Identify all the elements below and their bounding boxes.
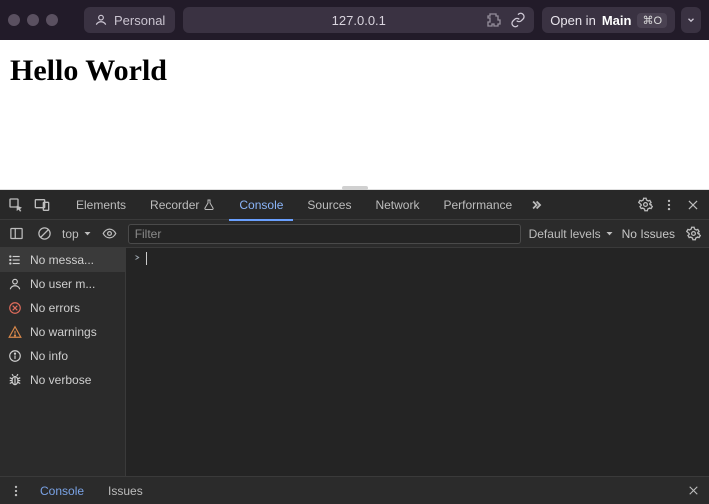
url-text: 127.0.0.1 xyxy=(332,13,386,28)
minimize-window-dot[interactable] xyxy=(27,14,39,26)
console-output[interactable]: › xyxy=(126,248,709,476)
window-controls xyxy=(8,14,58,26)
prompt-caret-icon: › xyxy=(132,253,143,264)
open-in-prefix: Open in xyxy=(550,13,596,28)
tabs-overflow-icon[interactable] xyxy=(526,195,546,215)
info-icon xyxy=(8,349,22,363)
devtools-panel: Elements Recorder Console Sources Networ… xyxy=(0,190,709,504)
open-in-button[interactable]: Open in Main ⌘O xyxy=(542,7,675,33)
kebab-menu-icon[interactable] xyxy=(659,195,679,215)
devtools-drawer: Console Issues xyxy=(0,476,709,504)
levels-selector[interactable]: Default levels xyxy=(529,227,614,241)
warning-icon xyxy=(8,325,22,339)
devtools-tabstrip: Elements Recorder Console Sources Networ… xyxy=(0,190,709,220)
drawer-tab-console[interactable]: Console xyxy=(30,477,94,504)
context-label: top xyxy=(62,227,79,241)
sidebar-item-label: No warnings xyxy=(30,325,97,339)
page-heading: Hello World xyxy=(10,54,699,88)
filter-input[interactable] xyxy=(128,224,521,244)
user-icon xyxy=(8,277,22,291)
flask-icon xyxy=(203,199,215,211)
console-body: No messa... No user m... No errors No wa… xyxy=(0,248,709,476)
sidebar-item-user[interactable]: No user m... xyxy=(0,272,125,296)
close-devtools-icon[interactable] xyxy=(683,195,703,215)
close-window-dot[interactable] xyxy=(8,14,20,26)
open-in-target: Main xyxy=(602,13,632,28)
tab-network[interactable]: Network xyxy=(365,190,429,220)
close-drawer-icon[interactable] xyxy=(683,481,703,501)
drawer-kebab-icon[interactable] xyxy=(6,481,26,501)
sidebar-item-info[interactable]: No info xyxy=(0,344,125,368)
chevron-down-icon xyxy=(605,229,614,238)
chevron-down-icon xyxy=(83,229,92,238)
extensions-icon[interactable] xyxy=(486,12,502,28)
context-selector[interactable]: top xyxy=(62,227,92,241)
sidebar-item-label: No user m... xyxy=(30,277,95,291)
toggle-sidebar-icon[interactable] xyxy=(6,224,26,244)
sidebar-item-label: No errors xyxy=(30,301,80,315)
tab-recorder[interactable]: Recorder xyxy=(140,190,225,220)
maximize-window-dot[interactable] xyxy=(46,14,58,26)
issues-counter[interactable]: No Issues xyxy=(622,227,675,241)
tab-performance[interactable]: Performance xyxy=(433,190,522,220)
sidebar-item-warnings[interactable]: No warnings xyxy=(0,320,125,344)
live-expression-icon[interactable] xyxy=(100,224,120,244)
profile-pill[interactable]: Personal xyxy=(84,7,175,33)
open-in-shortcut: ⌘O xyxy=(637,13,667,28)
tab-sources[interactable]: Sources xyxy=(297,190,361,220)
sidebar-item-label: No info xyxy=(30,349,68,363)
text-cursor xyxy=(146,252,147,265)
clear-console-icon[interactable] xyxy=(34,224,54,244)
sidebar-item-verbose[interactable]: No verbose xyxy=(0,368,125,392)
bug-icon xyxy=(8,373,22,387)
error-icon xyxy=(8,301,22,315)
inspect-element-icon[interactable] xyxy=(6,195,26,215)
settings-gear-icon[interactable] xyxy=(635,195,655,215)
list-icon xyxy=(8,253,22,267)
sidebar-item-label: No verbose xyxy=(30,373,91,387)
open-in-dropdown[interactable] xyxy=(681,7,701,33)
open-in-control: Open in Main ⌘O xyxy=(542,7,701,33)
console-prompt[interactable]: › xyxy=(126,248,709,269)
profile-label: Personal xyxy=(114,13,165,28)
console-settings-gear-icon[interactable] xyxy=(683,224,703,244)
console-toolbar: top Default levels No Issues xyxy=(0,220,709,248)
url-bar[interactable]: 127.0.0.1 xyxy=(183,7,534,33)
profile-icon xyxy=(94,13,108,27)
browser-chrome: Personal 127.0.0.1 Open in Main ⌘O xyxy=(0,0,709,40)
drawer-tab-issues[interactable]: Issues xyxy=(98,477,153,504)
sidebar-item-messages[interactable]: No messa... xyxy=(0,248,125,272)
levels-label: Default levels xyxy=(529,227,601,241)
sidebar-item-errors[interactable]: No errors xyxy=(0,296,125,320)
link-icon[interactable] xyxy=(510,12,526,28)
tab-console[interactable]: Console xyxy=(229,190,293,220)
chevron-down-icon xyxy=(686,15,696,25)
web-page: Hello World xyxy=(0,40,709,190)
console-sidebar: No messa... No user m... No errors No wa… xyxy=(0,248,126,476)
tab-elements[interactable]: Elements xyxy=(66,190,136,220)
sidebar-item-label: No messa... xyxy=(30,253,94,267)
device-toolbar-icon[interactable] xyxy=(32,195,52,215)
